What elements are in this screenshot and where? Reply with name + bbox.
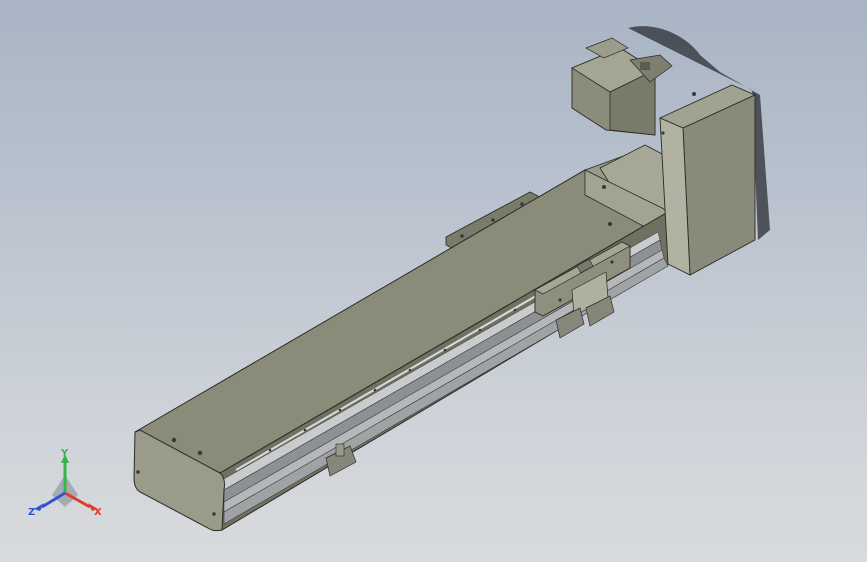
y-axis-label: Y (60, 448, 69, 459)
actuator-top-face[interactable] (133, 169, 670, 474)
x-axis-label: X (94, 507, 102, 518)
3d-viewport[interactable]: Y X Z (0, 0, 867, 562)
coordinate-triad: Y X Z (28, 448, 102, 518)
motor-cover-box[interactable] (658, 84, 757, 276)
servo-motor[interactable] (571, 37, 673, 136)
linear-actuator-model[interactable] (0, 0, 867, 562)
z-axis-label: Z (28, 507, 35, 518)
